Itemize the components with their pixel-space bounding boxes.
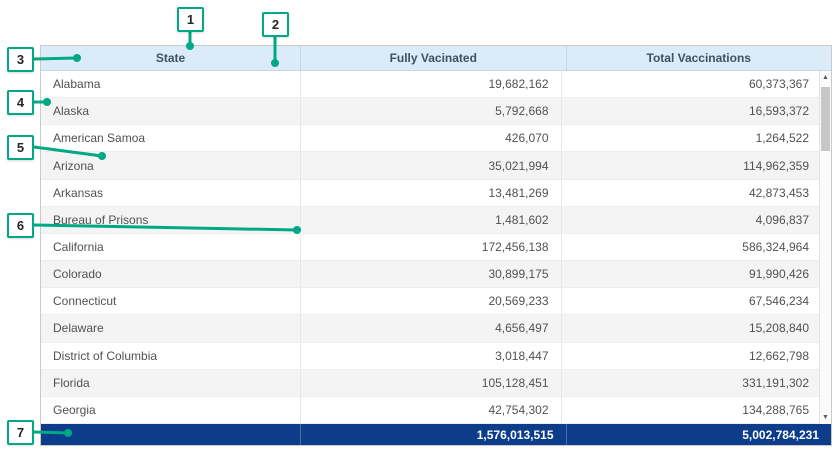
callout-4-label: 4: [17, 95, 24, 110]
cell-state: Bureau of Prisons: [41, 207, 300, 233]
cell-fully-vaccinated: 172,456,138: [300, 234, 561, 260]
cell-fully-vaccinated: 105,128,451: [300, 370, 561, 396]
scroll-up-icon[interactable]: ▲: [820, 71, 831, 84]
cell-total-vaccinations: 12,662,798: [561, 343, 832, 369]
callout-1: 1: [177, 7, 204, 32]
column-header-total-vaccinations[interactable]: Total Vaccinations: [566, 46, 832, 70]
cell-total-vaccinations: 4,096,837: [561, 207, 832, 233]
cell-state: American Samoa: [41, 125, 300, 151]
table-row[interactable]: Arkansas 13,481,269 42,873,453: [41, 180, 831, 207]
cell-state: Florida: [41, 370, 300, 396]
cell-fully-vaccinated: 3,018,447: [300, 343, 561, 369]
table-row[interactable]: Connecticut 20,569,233 67,546,234: [41, 288, 831, 315]
column-header-state[interactable]: State: [41, 46, 300, 70]
table-row[interactable]: Delaware 4,656,497 15,208,840: [41, 315, 831, 342]
cell-state: Delaware: [41, 315, 300, 341]
cell-fully-vaccinated: 20,569,233: [300, 288, 561, 314]
cell-fully-vaccinated: 35,021,994: [300, 152, 561, 178]
table-row[interactable]: District of Columbia 3,018,447 12,662,79…: [41, 343, 831, 370]
column-header-fully-vaccinated[interactable]: Fully Vacinated: [300, 46, 566, 70]
cell-fully-vaccinated: 42,754,302: [300, 397, 561, 423]
cell-fully-vaccinated: 4,656,497: [300, 315, 561, 341]
vertical-scrollbar[interactable]: ▲ ▼: [819, 71, 831, 424]
cell-total-vaccinations: 15,208,840: [561, 315, 832, 341]
table-body: Alabama 19,682,162 60,373,367 Alaska 5,7…: [41, 71, 831, 424]
scrollbar-thumb[interactable]: [821, 87, 830, 151]
cell-total-vaccinations: 42,873,453: [561, 180, 832, 206]
cell-state: Arizona: [41, 152, 300, 178]
table-row[interactable]: Alaska 5,792,668 16,593,372: [41, 98, 831, 125]
cell-total-vaccinations: 16,593,372: [561, 98, 832, 124]
callout-3: 3: [7, 47, 34, 72]
cell-total-vaccinations: 586,324,964: [561, 234, 832, 260]
summary-state-cell: [41, 424, 300, 445]
callout-5-label: 5: [17, 140, 24, 155]
callout-1-label: 1: [187, 12, 194, 27]
cell-total-vaccinations: 91,990,426: [561, 261, 832, 287]
cell-total-vaccinations: 134,288,765: [561, 397, 832, 423]
callout-6: 6: [7, 213, 34, 238]
callout-7: 7: [7, 420, 34, 445]
cell-total-vaccinations: 1,264,522: [561, 125, 832, 151]
cell-total-vaccinations: 331,191,302: [561, 370, 832, 396]
cell-fully-vaccinated: 1,481,602: [300, 207, 561, 233]
cell-state: California: [41, 234, 300, 260]
cell-state: Arkansas: [41, 180, 300, 206]
callout-2: 2: [262, 12, 289, 37]
callout-6-label: 6: [17, 218, 24, 233]
table-row[interactable]: Arizona 35,021,994 114,962,359: [41, 152, 831, 179]
cell-state: Georgia: [41, 397, 300, 423]
cell-total-vaccinations: 60,373,367: [561, 71, 832, 97]
callout-2-label: 2: [272, 17, 279, 32]
cell-state: District of Columbia: [41, 343, 300, 369]
callout-3-label: 3: [17, 52, 24, 67]
cell-total-vaccinations: 67,546,234: [561, 288, 832, 314]
cell-state: Colorado: [41, 261, 300, 287]
table-row[interactable]: Colorado 30,899,175 91,990,426: [41, 261, 831, 288]
table-row[interactable]: California 172,456,138 586,324,964: [41, 234, 831, 261]
screenshot-root: State Fully Vacinated Total Vaccinations…: [0, 0, 833, 453]
table-header-row: State Fully Vacinated Total Vaccinations: [41, 46, 831, 71]
callout-4: 4: [7, 90, 34, 115]
table-summary-row: 1,576,013,515 5,002,784,231: [41, 424, 831, 445]
cell-state: Alaska: [41, 98, 300, 124]
summary-total-vaccinations: 5,002,784,231: [566, 424, 832, 445]
summary-fully-vaccinated: 1,576,013,515: [300, 424, 566, 445]
cell-fully-vaccinated: 30,899,175: [300, 261, 561, 287]
table-row[interactable]: American Samoa 426,070 1,264,522: [41, 125, 831, 152]
cell-fully-vaccinated: 13,481,269: [300, 180, 561, 206]
scroll-down-icon[interactable]: ▼: [820, 411, 831, 424]
table-row[interactable]: Georgia 42,754,302 134,288,765: [41, 397, 831, 424]
table-row[interactable]: Alabama 19,682,162 60,373,367: [41, 71, 831, 98]
callout-5: 5: [7, 135, 34, 160]
cell-fully-vaccinated: 5,792,668: [300, 98, 561, 124]
cell-state: Alabama: [41, 71, 300, 97]
callout-7-label: 7: [17, 425, 24, 440]
cell-fully-vaccinated: 426,070: [300, 125, 561, 151]
cell-total-vaccinations: 114,962,359: [561, 152, 832, 178]
cell-fully-vaccinated: 19,682,162: [300, 71, 561, 97]
vaccination-table: State Fully Vacinated Total Vaccinations…: [40, 45, 832, 446]
cell-state: Connecticut: [41, 288, 300, 314]
table-row[interactable]: Florida 105,128,451 331,191,302: [41, 370, 831, 397]
table-row[interactable]: Bureau of Prisons 1,481,602 4,096,837: [41, 207, 831, 234]
